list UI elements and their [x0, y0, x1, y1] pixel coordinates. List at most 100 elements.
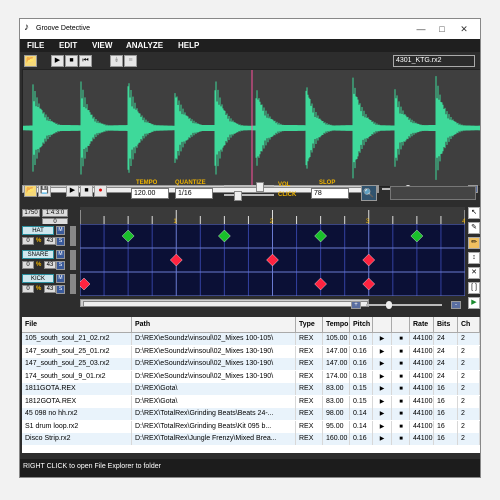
- track-solo-button[interactable]: S: [56, 237, 65, 246]
- column-header[interactable]: Path: [132, 317, 296, 332]
- delete-tool-icon[interactable]: ✕: [468, 267, 480, 279]
- table-row[interactable]: Disco Strip.rx2 D:\REX\TotalRex\Jungle Fr…: [22, 433, 480, 445]
- seq-scrollbar[interactable]: [80, 299, 369, 307]
- track-value[interactable]: 43: [44, 285, 56, 293]
- column-header[interactable]: Type: [296, 317, 323, 332]
- seq-scroll-thumb[interactable]: [83, 301, 368, 307]
- row-play-button[interactable]: ▶: [378, 385, 386, 393]
- open-folder-icon[interactable]: 📂: [24, 55, 37, 67]
- seq-zoom-thumb[interactable]: [386, 301, 392, 309]
- waveform-display[interactable]: [22, 69, 480, 187]
- tempo-field[interactable]: 120.00: [131, 188, 169, 199]
- table-row[interactable]: 1812GOTA.REX D:\REX\Gota\ REX 83.00 0.15 ▶ ■ 44…: [22, 395, 480, 408]
- row-play-button[interactable]: ▶: [378, 348, 386, 356]
- table-row[interactable]: 1811GOTA.REX D:\REX\Gota\ REX 83.00 0.15 ▶ ■ 44…: [22, 383, 480, 395]
- menu-view[interactable]: VIEW: [92, 41, 112, 50]
- stop-button[interactable]: ■: [65, 55, 78, 67]
- menu-analyze[interactable]: ANALYZE: [126, 41, 163, 50]
- groove-record-button[interactable]: ●: [94, 185, 107, 197]
- menu-edit[interactable]: EDIT: [59, 41, 77, 50]
- row-stop-button[interactable]: ■: [397, 398, 405, 406]
- table-cell: ▶: [373, 433, 392, 445]
- row-play-button[interactable]: ▶: [378, 360, 386, 368]
- seq-zoom-in-button[interactable]: +: [351, 301, 361, 309]
- row-stop-button[interactable]: ■: [397, 385, 405, 393]
- track-fader[interactable]: [70, 250, 76, 270]
- row-play-button[interactable]: ▶: [378, 398, 386, 406]
- play-button[interactable]: ▶: [51, 55, 64, 67]
- slice-tool-icon[interactable]: ↡: [110, 55, 123, 67]
- seq-zoom-slider[interactable]: [366, 304, 442, 306]
- track-vol[interactable]: 0: [22, 261, 34, 269]
- row-play-button[interactable]: ▶: [378, 410, 386, 418]
- row-stop-button[interactable]: ■: [397, 360, 405, 368]
- track-name-hat[interactable]: HAT: [22, 226, 54, 235]
- quantize-select[interactable]: 1/16: [175, 188, 213, 199]
- row-stop-button[interactable]: ■: [397, 435, 405, 443]
- track-value[interactable]: 43: [44, 237, 56, 245]
- bracket-tool-icon[interactable]: [ ]: [468, 282, 480, 294]
- track-name-kick[interactable]: KICK: [22, 274, 54, 283]
- track-vol[interactable]: 0: [22, 285, 34, 293]
- row-play-button[interactable]: ▶: [378, 423, 386, 431]
- column-header[interactable]: Ch: [458, 317, 480, 332]
- row-stop-button[interactable]: ■: [397, 410, 405, 418]
- vol-slider-thumb[interactable]: [256, 182, 264, 192]
- track-fader[interactable]: [70, 226, 76, 246]
- vol-slider[interactable]: [224, 185, 274, 187]
- maximize-button[interactable]: □: [434, 22, 450, 36]
- column-header[interactable]: Tempo: [323, 317, 350, 332]
- groove-open-icon[interactable]: 📂: [24, 185, 37, 197]
- track-name-snare[interactable]: SNARE: [22, 250, 54, 259]
- menu-help[interactable]: HELP: [178, 41, 199, 50]
- rewind-button[interactable]: ⏮: [79, 55, 92, 67]
- column-header[interactable]: File: [22, 317, 132, 332]
- track-mute-button[interactable]: M: [56, 274, 65, 283]
- pointer-tool-icon[interactable]: ↖: [468, 207, 480, 219]
- table-row[interactable]: 105_south_soul_21_02.rx2 D:\REX\eSoundz\v…: [22, 333, 480, 345]
- slop-field[interactable]: 78: [311, 188, 349, 199]
- step-sequencer-grid[interactable]: [77, 223, 466, 297]
- column-header[interactable]: [392, 317, 410, 332]
- close-button[interactable]: ✕: [456, 22, 472, 36]
- column-header[interactable]: Rate: [410, 317, 434, 332]
- groove-play-button[interactable]: ▶: [66, 185, 79, 197]
- timeline-ruler[interactable]: 1234: [80, 207, 465, 224]
- track-mute-button[interactable]: M: [56, 250, 65, 259]
- export-tool-icon[interactable]: ▶: [468, 297, 480, 309]
- split-tool-icon[interactable]: ↕: [468, 252, 480, 264]
- track-solo-button[interactable]: S: [56, 261, 65, 270]
- row-play-button[interactable]: ▶: [378, 335, 386, 343]
- table-row[interactable]: S1 drum loop.rx2 D:\REX\TotalRex\Grinding…: [22, 420, 480, 433]
- click-slider[interactable]: [224, 194, 274, 196]
- grid-tool-icon[interactable]: ≡: [124, 55, 137, 67]
- analyze-search-icon[interactable]: 🔍: [361, 185, 377, 201]
- track-solo-button[interactable]: S: [56, 285, 65, 294]
- row-stop-button[interactable]: ■: [397, 373, 405, 381]
- table-row[interactable]: 147_south_soul_25_01.rx2 D:\REX\eSoundz\v…: [22, 345, 480, 358]
- track-fader[interactable]: [70, 274, 76, 294]
- seq-zoom-out-button[interactable]: -: [451, 301, 461, 309]
- table-row[interactable]: 174_south_soul_9_01.rx2 D:\REX\eSoundz\vi…: [22, 370, 480, 383]
- column-header[interactable]: Bits: [434, 317, 458, 332]
- track-mute-button[interactable]: M: [56, 226, 65, 235]
- click-slider-thumb[interactable]: [234, 191, 242, 201]
- table-row[interactable]: 45 098 no hh.rx2 D:\REX\TotalRex\Grinding…: [22, 408, 480, 420]
- column-header[interactable]: [373, 317, 392, 332]
- row-stop-button[interactable]: ■: [397, 423, 405, 431]
- hit-marker-snare: [266, 253, 279, 267]
- groove-save-icon[interactable]: 💾: [38, 185, 51, 197]
- track-vol[interactable]: 0: [22, 237, 34, 245]
- menu-file[interactable]: FILE: [27, 41, 44, 50]
- row-stop-button[interactable]: ■: [397, 348, 405, 356]
- row-play-button[interactable]: ▶: [378, 373, 386, 381]
- select-tool-icon[interactable]: ✎: [468, 222, 480, 234]
- column-header[interactable]: Pitch: [350, 317, 373, 332]
- row-stop-button[interactable]: ■: [397, 335, 405, 343]
- groove-stop-button[interactable]: ■: [80, 185, 93, 197]
- minimize-button[interactable]: —: [413, 22, 429, 36]
- pencil-tool-icon[interactable]: ✏: [468, 237, 480, 249]
- table-row[interactable]: 147_south_soul_25_03.rx2 D:\REX\eSoundz\v…: [22, 358, 480, 370]
- row-play-button[interactable]: ▶: [378, 435, 386, 443]
- track-value[interactable]: 43: [44, 261, 56, 269]
